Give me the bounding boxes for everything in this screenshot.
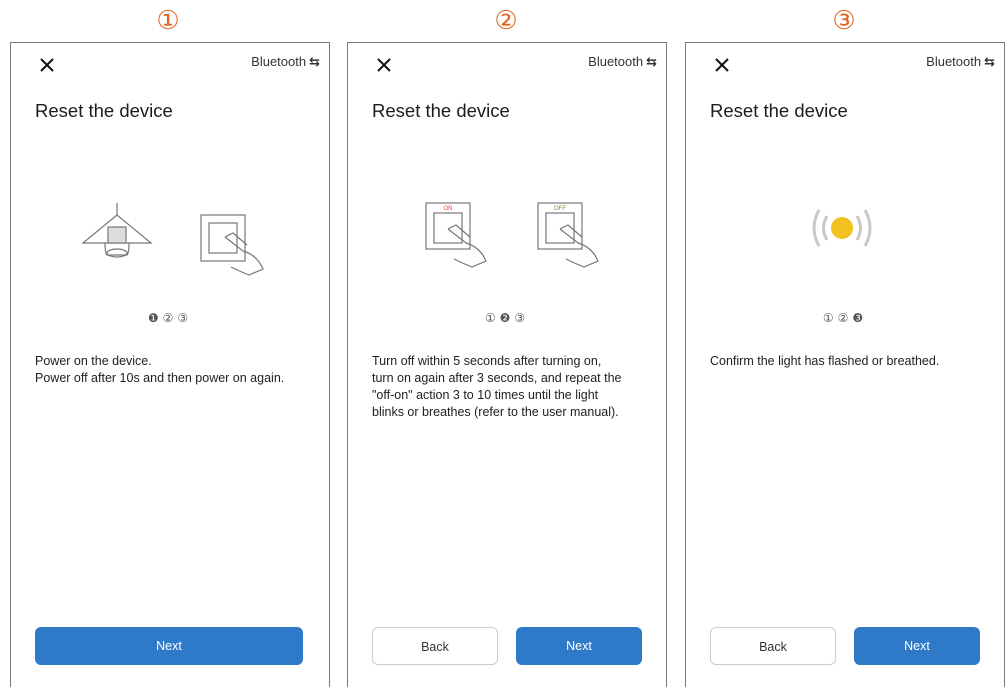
close-icon[interactable]: [374, 55, 394, 75]
instruction-text: Confirm the light has flashed or breathe…: [710, 353, 990, 370]
wall-switch-hand-icon: [200, 214, 264, 276]
back-button[interactable]: Back: [710, 627, 836, 665]
dot-1: ①: [484, 311, 500, 325]
step-marker-3: ③: [832, 6, 856, 36]
bluetooth-label: Bluetooth: [926, 54, 982, 69]
instruction-text: Power on the device. Power off after 10s…: [35, 353, 315, 387]
instruction-line: Power off after 10s and then power on ag…: [35, 371, 285, 385]
instruction-line: turn on again after 3 seconds, and repea…: [372, 371, 622, 385]
instruction-line: blinks or breathes (refer to the user ma…: [372, 405, 619, 419]
page-indicator: ①❷③: [348, 311, 666, 325]
dot-3: ❸: [852, 311, 868, 325]
screen-2: Bluetooth ⇆ Reset the device ON OFF ①❷③ T…: [347, 42, 667, 687]
next-button[interactable]: Next: [854, 627, 980, 665]
screen-1: Bluetooth ⇆ Reset the device ❶②③ Power on…: [10, 42, 330, 687]
bluetooth-indicator: Bluetooth ⇆: [926, 54, 995, 70]
instruction-line: Confirm the light has flashed or breathe…: [710, 354, 940, 368]
step-marker-1: ①: [156, 6, 180, 36]
dot-3: ③: [177, 311, 193, 325]
back-button[interactable]: Back: [372, 627, 498, 665]
ceiling-lamp-icon: [81, 203, 153, 258]
instruction-line: Turn off within 5 seconds after turning …: [372, 354, 602, 368]
close-icon[interactable]: [712, 55, 732, 75]
lamp-and-switch-illustration: [81, 203, 264, 276]
dot-1: ❶: [147, 311, 163, 325]
dot-1: ①: [822, 311, 838, 325]
page-title: Reset the device: [35, 100, 173, 121]
instruction-text: Turn off within 5 seconds after turning …: [372, 353, 652, 421]
bluetooth-icon: ⇆: [309, 54, 320, 69]
bluetooth-icon: ⇆: [646, 54, 657, 69]
dot-2: ②: [162, 311, 178, 325]
close-icon[interactable]: [37, 55, 57, 75]
page-indicator: ❶②③: [11, 311, 329, 325]
screen-3: Bluetooth ⇆ Reset the device ①②❸ Confirm …: [685, 42, 1005, 687]
instruction-line: "off-on" action 3 to 10 times until the …: [372, 388, 599, 402]
switch-off-hand-icon: [537, 202, 599, 268]
flashing-light-icon: [812, 209, 872, 247]
next-button[interactable]: Next: [35, 627, 303, 665]
instruction-line: Power on the device.: [35, 354, 152, 368]
dot-2: ②: [837, 311, 853, 325]
bluetooth-icon: ⇆: [984, 54, 995, 69]
switch-on-hand-icon: [425, 202, 487, 268]
dot-2: ❷: [499, 311, 515, 325]
bluetooth-label: Bluetooth: [251, 54, 307, 69]
bluetooth-indicator: Bluetooth ⇆: [251, 54, 320, 70]
flashing-light-illustration: [812, 209, 872, 247]
step-marker-2: ②: [494, 6, 518, 36]
switch-on-label: ON: [444, 206, 453, 212]
switch-on-off-illustration: ON OFF: [425, 202, 599, 268]
bluetooth-indicator: Bluetooth ⇆: [588, 54, 657, 70]
dot-3: ③: [514, 311, 530, 325]
page-title: Reset the device: [710, 100, 848, 121]
next-button[interactable]: Next: [516, 627, 642, 665]
page-indicator: ①②❸: [686, 311, 1004, 325]
switch-off-label: OFF: [554, 206, 566, 212]
bluetooth-label: Bluetooth: [588, 54, 644, 69]
page-title: Reset the device: [372, 100, 510, 121]
